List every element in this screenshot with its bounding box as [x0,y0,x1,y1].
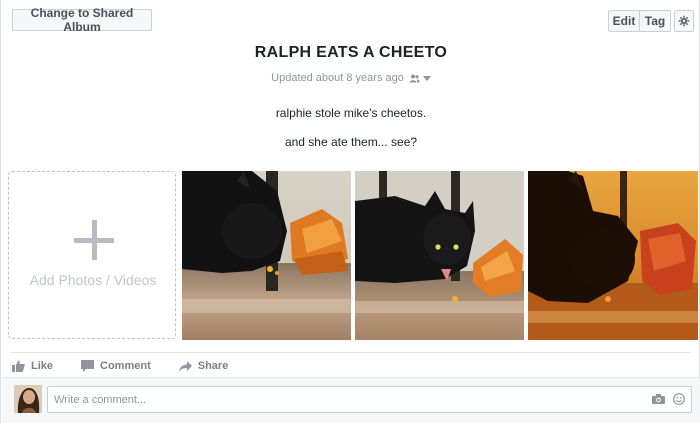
plus-icon-bar [74,238,114,243]
gear-icon [678,15,690,27]
album-description-line: and she ate them... see? [284,135,418,149]
edit-button[interactable]: Edit [608,10,640,32]
comment-composer [2,377,700,423]
cat-photo-image [528,171,698,340]
profile-photo-image [14,385,42,413]
add-photos-videos-tile[interactable]: Add Photos / Videos [8,171,176,339]
album-page: Change to Shared Album Edit Tag RALPH EA… [0,0,700,423]
chevron-down-icon [422,75,431,81]
add-photos-label: Add Photos / Videos [29,272,157,288]
comment-label: Comment [100,360,151,372]
comment-input[interactable] [47,386,692,413]
friends-icon [409,74,420,82]
like-button[interactable]: Like [12,359,53,373]
post-actions: Like Comment Share [12,359,256,373]
cat-photo-image [355,171,524,340]
album-description-line: ralphie stole mike's cheetos. [275,106,427,120]
speech-bubble-icon [81,360,95,372]
share-button[interactable]: Share [178,359,229,373]
thumbs-up-icon [12,360,25,372]
like-label: Like [31,360,54,372]
smiley-icon[interactable] [673,393,685,405]
divider [11,352,691,353]
album-photo[interactable] [182,171,351,340]
avatar[interactable] [14,385,42,413]
tag-button[interactable]: Tag [639,10,671,32]
album-meta: Updated about 8 years ago [1,72,700,84]
change-to-shared-album-button[interactable]: Change to Shared Album [12,6,152,34]
settings-button[interactable] [674,10,694,32]
album-photo[interactable] [355,171,524,340]
updated-timestamp[interactable]: Updated about 8 years ago [271,72,404,84]
album-title: RALPH EATS A CHEETO [254,44,448,61]
audience-selector[interactable] [409,74,431,83]
comment-button[interactable]: Comment [81,359,151,373]
cat-photo-image [182,171,351,340]
share-label: Share [197,360,229,372]
album-photo[interactable] [528,171,698,340]
camera-icon[interactable] [652,394,665,404]
share-arrow-icon [178,360,192,372]
